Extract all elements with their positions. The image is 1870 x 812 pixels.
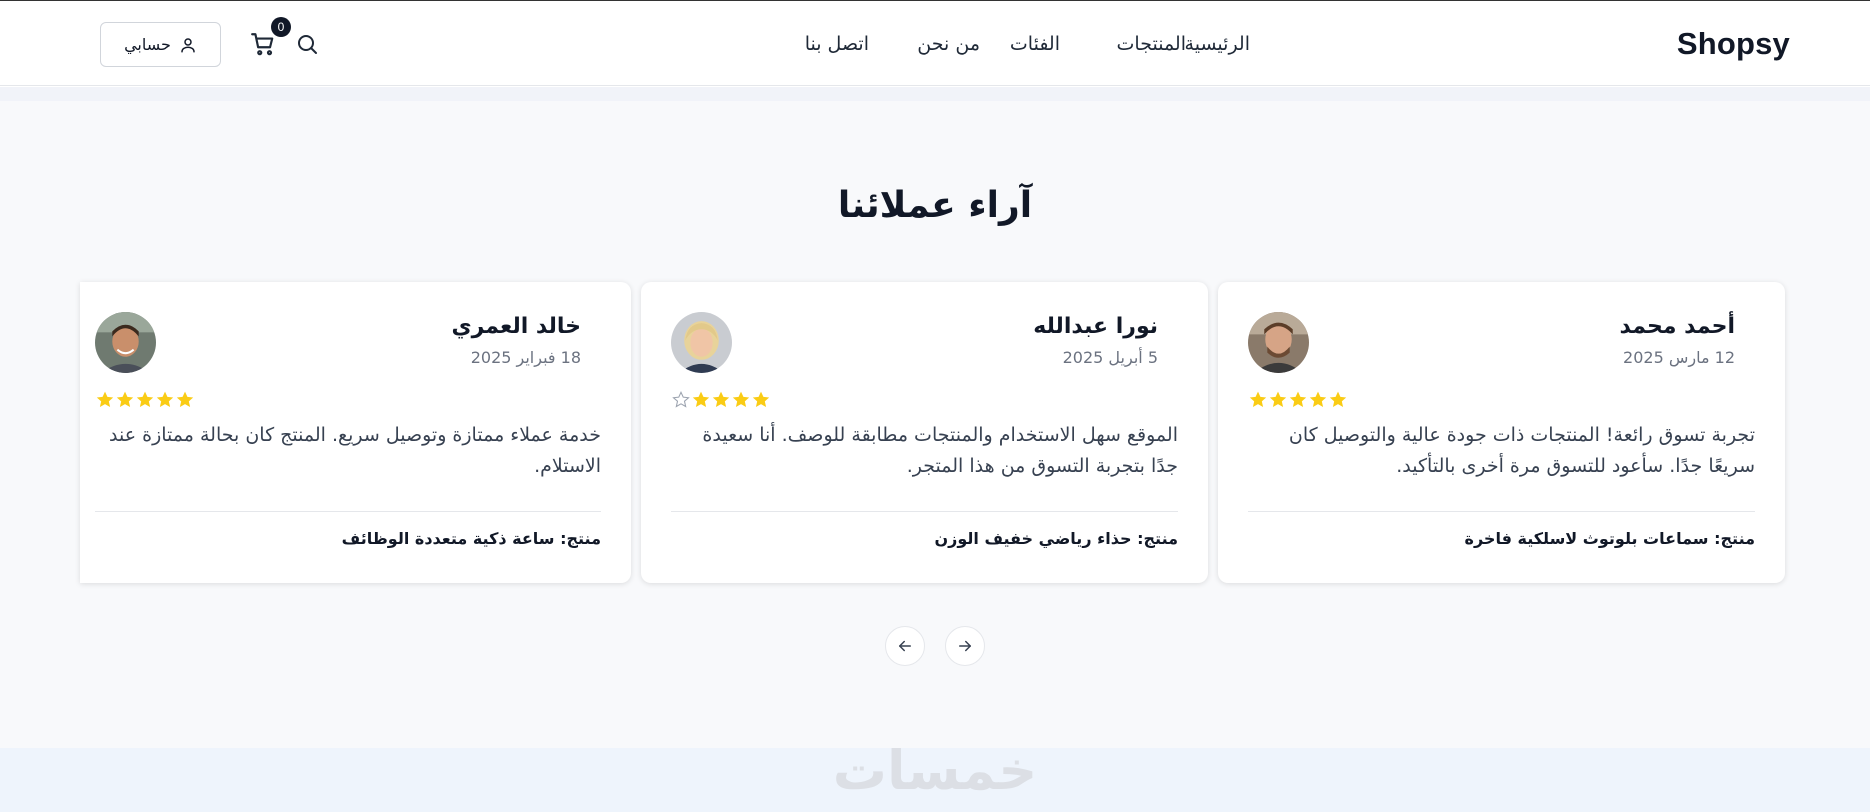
star-filled-icon [156, 391, 174, 407]
search-icon [298, 35, 317, 54]
star-filled-icon [752, 391, 770, 407]
star-filled-icon [692, 391, 710, 407]
review-date: 5 أبريل 2025 [1062, 348, 1158, 367]
testimonial-card: نورا عبدالله 5 أبريل 2025 الموقع سهل الا… [641, 282, 1208, 583]
card-divider [671, 511, 1178, 512]
star-filled-icon [1309, 391, 1327, 407]
testimonial-card: خالد العمري 18 فبراير 2025 خدمة عملاء مم… [80, 282, 631, 583]
site-header: Shopsy الرئيسية المنتجات الفئات من نحن ا… [0, 1, 1870, 86]
rating-stars [1248, 390, 1348, 412]
reviewer-name: نورا عبدالله [1033, 314, 1158, 339]
star-filled-icon [176, 391, 194, 407]
star-filled-icon [712, 391, 730, 407]
search-button[interactable] [295, 32, 321, 58]
review-text: تجربة تسوق رائعة! المنتجات ذات جودة عالي… [1288, 424, 1755, 477]
avatar [1248, 312, 1309, 373]
carousel-next-button[interactable] [945, 626, 985, 666]
account-button[interactable]: حسابي [100, 22, 221, 67]
star-filled-icon [1289, 391, 1307, 407]
review-text: خدمة عملاء ممتازة وتوصيل سريع. المنتج كا… [109, 424, 601, 477]
avatar [95, 312, 156, 373]
reviewed-product: منتج: سماعات بلوتوث لاسلكية فاخرة [1464, 529, 1755, 548]
review-text: الموقع سهل الاستخدام والمنتجات مطابقة لل… [702, 424, 1178, 477]
reviewer-name: أحمد محمد [1619, 314, 1735, 339]
star-filled-icon [136, 391, 154, 407]
star-filled-icon [116, 391, 134, 407]
carousel-prev-button[interactable] [885, 626, 925, 666]
rating-stars [95, 390, 195, 412]
testimonials-section: آراء عملائنا أحمد محمد 12 مارس 2025 تجرب… [0, 101, 1870, 748]
cart-button[interactable]: 0 [250, 17, 291, 59]
testimonial-card: أحمد محمد 12 مارس 2025 تجربة تسوق رائعة!… [1218, 282, 1785, 583]
star-filled-icon [1329, 391, 1347, 407]
nav-item-products[interactable]: المنتجات [1117, 33, 1186, 55]
reviewed-product: منتج: حذاء رياضي خفيف الوزن [934, 529, 1178, 548]
account-label: حسابي [124, 35, 171, 54]
avatar [671, 312, 732, 373]
star-filled-icon [732, 391, 750, 407]
cart-count-badge: 0 [271, 17, 291, 37]
star-empty-icon [672, 391, 690, 408]
reviewer-name: خالد العمري [451, 314, 581, 339]
nav-item-home[interactable]: الرئيسية [1185, 33, 1250, 55]
user-icon [181, 37, 195, 52]
card-divider [1248, 511, 1755, 512]
card-divider [95, 511, 601, 512]
header-shadow-strip [0, 87, 1870, 101]
star-filled-icon [1249, 391, 1267, 407]
nav-item-about[interactable]: من نحن [917, 33, 980, 55]
arrow-right-icon [959, 640, 971, 652]
star-filled-icon [96, 391, 114, 407]
nav-item-categories[interactable]: الفئات [1010, 33, 1060, 55]
arrow-left-icon [899, 640, 911, 652]
rating-stars [671, 390, 771, 412]
nav-item-contact[interactable]: اتصل بنا [805, 33, 869, 55]
review-date: 18 فبراير 2025 [470, 348, 581, 367]
reviewed-product: منتج: ساعة ذكية متعددة الوظائف [341, 529, 601, 548]
section-title: آراء عملائنا [837, 185, 1033, 226]
review-date: 12 مارس 2025 [1623, 348, 1735, 367]
site-logo[interactable]: Shopsy [1677, 26, 1790, 62]
watermark-logo: خمسات [832, 739, 1038, 802]
cart-icon [251, 33, 274, 56]
main-nav: الرئيسية المنتجات الفئات من نحن اتصل بنا [805, 33, 1250, 61]
star-filled-icon [1269, 391, 1287, 407]
